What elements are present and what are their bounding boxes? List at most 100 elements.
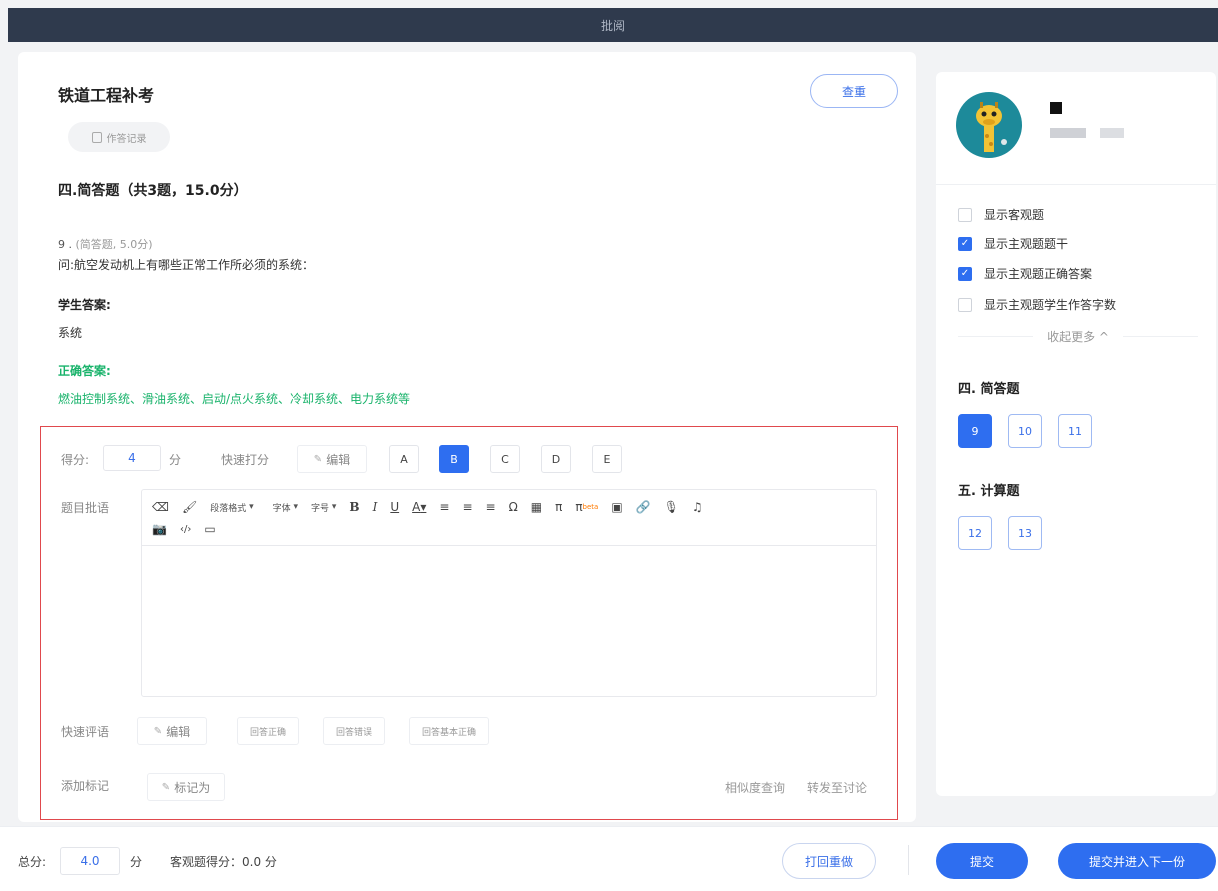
formula-beta-button[interactable]: π beta	[575, 500, 598, 514]
pencil-icon: ✎	[153, 725, 163, 737]
font-color-button[interactable]: A ▾	[412, 500, 426, 514]
music-icon[interactable]: ♫	[692, 500, 703, 514]
mark-as-label: 标记为	[174, 780, 211, 795]
section-title: 四.简答题（共3题，15.0分）	[58, 183, 248, 199]
checkbox-show-word-count[interactable]	[958, 297, 972, 312]
code-button[interactable]: ‹/›	[180, 524, 191, 535]
quick-comment-edit-label: 编辑	[166, 724, 191, 739]
beta-badge: beta	[582, 503, 599, 511]
total-label: 总分:	[18, 855, 47, 869]
align-right-icon[interactable]: ≡	[486, 500, 496, 514]
quick-comment-mostly-correct[interactable]: 回答基本正确	[409, 717, 490, 745]
checkbox-show-subjective-stem[interactable]: ✓	[958, 236, 972, 251]
collapse-more-label: 收起更多 ^	[1047, 330, 1109, 344]
avatar	[956, 92, 1022, 158]
sidebar: 显示客观题 ✓ 显示主观题题干 ✓ 显示主观题正确答案 显示主观题学生作答字数 …	[936, 72, 1216, 796]
question-nav-10[interactable]: 10	[1008, 414, 1042, 448]
sidebar-section-calculation: 五. 计算题	[958, 484, 1020, 499]
answer-record-button[interactable]: 作答记录	[68, 122, 170, 152]
top-bar: 批阅	[8, 8, 1218, 42]
giraffe-avatar-icon	[976, 102, 1007, 152]
option-show-subjective-answer[interactable]: ✓ 显示主观题正确答案	[958, 265, 1092, 282]
option-label: 显示主观题正确答案	[984, 267, 1093, 281]
editor-toolbar: ⌫ 🖌 段落格式 ▾ 字体 ▾ 字号 ▾ B I U A ▾ ≡ ≡ ≡ Ω ▦ …	[142, 490, 876, 546]
question-nav-9[interactable]: 9	[958, 414, 992, 448]
similarity-query-link[interactable]: 相似度查询	[725, 779, 785, 796]
quick-comment-wrong[interactable]: 回答错误	[323, 717, 386, 745]
checkbox-show-subjective-answer[interactable]: ✓	[958, 266, 972, 281]
score-unit: 分	[169, 453, 182, 467]
comment-editor[interactable]: ⌫ 🖌 段落格式 ▾ 字体 ▾ 字号 ▾ B I U A ▾ ≡ ≡ ≡ Ω ▦ …	[141, 489, 877, 697]
grade-button-e[interactable]: E	[592, 445, 622, 473]
question-type-score: (简答题, 5.0分)	[75, 238, 153, 251]
question-text: 问:航空发动机上有哪些正常工作所必须的系统：	[58, 258, 315, 272]
option-label: 显示主观题学生作答字数	[984, 298, 1117, 312]
question-nav-11[interactable]: 11	[1058, 414, 1092, 448]
font-dropdown[interactable]: 字体 ▾	[273, 501, 298, 514]
question-meta: 9 . (简答题, 5.0分)	[58, 236, 153, 252]
option-show-word-count[interactable]: 显示主观题学生作答字数	[958, 296, 1116, 313]
sidebar-section-short-answer: 四. 简答题	[958, 382, 1020, 397]
camera-icon[interactable]: 📷	[152, 522, 167, 536]
option-label: 显示客观题	[984, 208, 1045, 222]
link-icon[interactable]: 🔗	[636, 500, 651, 514]
option-show-objective[interactable]: 显示客观题	[958, 206, 1044, 223]
exam-title: 铁道工程补考	[58, 86, 155, 105]
check-duplicate-button[interactable]: 查重	[810, 74, 898, 108]
divider	[936, 184, 1216, 185]
divider	[958, 336, 1034, 337]
font-size-label: 字号	[311, 503, 330, 514]
grade-button-c[interactable]: C	[490, 445, 520, 473]
forward-discussion-link[interactable]: 转发至讨论	[807, 779, 867, 796]
paragraph-format-label: 段落格式	[210, 503, 247, 514]
format-brush-icon[interactable]: 🖌	[182, 500, 197, 514]
pencil-icon: ✎	[161, 781, 171, 793]
align-left-icon[interactable]: ≡	[439, 500, 449, 514]
total-unit: 分	[130, 855, 143, 869]
font-size-dropdown[interactable]: 字号 ▾	[311, 501, 336, 514]
align-center-icon[interactable]: ≡	[462, 500, 472, 514]
collapse-more-toggle[interactable]: 收起更多 ^	[958, 328, 1198, 345]
divider	[1122, 336, 1198, 337]
correct-answer-label: 正确答案:	[58, 364, 111, 378]
grade-button-d[interactable]: D	[541, 445, 571, 473]
paragraph-format-dropdown[interactable]: 段落格式 ▾	[210, 501, 253, 514]
checkbox-show-objective[interactable]	[958, 207, 972, 222]
briefcase-icon[interactable]: ▭	[204, 522, 215, 536]
bold-button[interactable]: B	[349, 500, 359, 514]
page-title: 批阅	[600, 18, 625, 33]
reject-redo-button[interactable]: 打回重做	[782, 843, 876, 879]
option-label: 显示主观题题干	[984, 237, 1069, 251]
submit-button[interactable]: 提交	[936, 843, 1028, 879]
italic-button[interactable]: I	[373, 500, 378, 514]
correct-answer: 燃油控制系统、滑油系统、启动/点火系统、冷却系统、电力系统等	[58, 392, 411, 406]
eraser-icon[interactable]: ⌫	[152, 500, 169, 514]
grade-button-b[interactable]: B	[439, 445, 469, 473]
edit-label: 编辑	[326, 452, 351, 467]
question-nav-12[interactable]: 12	[958, 516, 992, 550]
table-icon[interactable]: ▦	[531, 500, 542, 514]
pencil-icon: ✎	[313, 453, 323, 465]
user-info-redacted-2	[1100, 128, 1124, 138]
microphone-icon[interactable]: 🎙	[664, 500, 679, 514]
mark-as-button[interactable]: ✎ 标记为	[147, 773, 225, 801]
quick-comment-correct[interactable]: 回答正确	[237, 717, 300, 745]
submit-next-button[interactable]: 提交并进入下一份	[1058, 843, 1216, 879]
grade-button-a[interactable]: A	[389, 445, 419, 473]
image-icon[interactable]: ▣	[611, 500, 622, 514]
option-show-subjective-stem[interactable]: ✓ 显示主观题题干	[958, 235, 1068, 252]
font-label: 字体	[272, 503, 291, 514]
quick-score-edit-button[interactable]: ✎ 编辑	[297, 445, 367, 473]
total-score-input[interactable]: 4.0	[60, 847, 120, 875]
formula-button[interactable]: π	[555, 500, 562, 514]
score-input[interactable]: 4	[103, 445, 161, 471]
underline-button[interactable]: U	[390, 500, 399, 514]
quick-comment-edit-button[interactable]: ✎ 编辑	[137, 717, 207, 745]
student-answer-label: 学生答案:	[58, 298, 111, 312]
footer-bar: 总分: 4.0 分 客观题得分：0.0 分 打回重做 提交 提交并进入下一份	[0, 826, 1218, 891]
question-nav-13[interactable]: 13	[1008, 516, 1042, 550]
answer-record-label: 作答记录	[106, 133, 147, 145]
omega-button[interactable]: Ω	[509, 500, 518, 514]
divider	[908, 845, 909, 875]
quick-comment-label: 快速评语	[61, 725, 110, 739]
